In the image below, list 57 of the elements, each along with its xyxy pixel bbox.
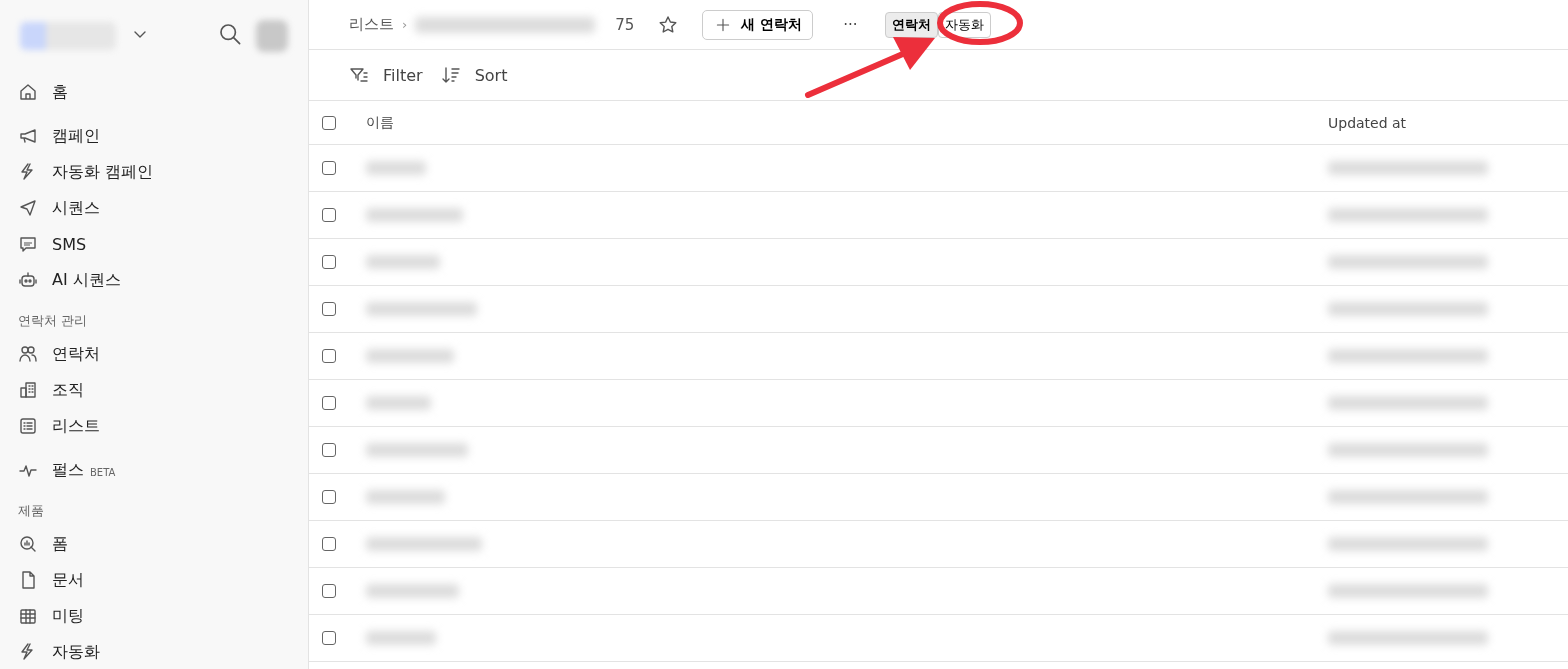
nav-item[interactable]: 미팅	[52, 605, 84, 627]
calendar-icon	[18, 606, 38, 626]
nav-item[interactable]: 펄스	[52, 459, 84, 481]
checkbox[interactable]	[322, 115, 336, 130]
column-header[interactable]: Updated at	[1328, 114, 1407, 131]
sort-button[interactable]: Sort	[440, 65, 508, 85]
breadcrumb-separator: ›	[402, 17, 408, 32]
nav-item[interactable]: AI 시퀀스	[52, 269, 121, 291]
nav-item[interactable]: 자동화	[52, 641, 100, 663]
section-heading: 제품	[18, 502, 45, 520]
checkbox[interactable]	[322, 302, 336, 316]
section-heading: 연락처 관리	[18, 312, 89, 330]
nav-item[interactable]: 리스트	[52, 415, 100, 437]
search-icon	[218, 22, 242, 46]
paper-plane-icon	[18, 198, 38, 218]
checkbox[interactable]	[322, 349, 336, 363]
column-header[interactable]: 이름	[366, 113, 394, 132]
checkbox[interactable]	[322, 584, 336, 598]
magnifier-chart-icon	[18, 534, 38, 554]
checkbox[interactable]	[322, 396, 336, 410]
beta-label: BETA	[90, 465, 116, 478]
checkbox[interactable]	[322, 255, 336, 269]
list-icon	[18, 416, 38, 436]
nav-item[interactable]: SMS	[52, 234, 87, 254]
name-placeholder	[366, 396, 431, 410]
checkbox[interactable]	[322, 490, 336, 504]
checkbox[interactable]	[322, 208, 336, 222]
nav-item[interactable]: 문서	[52, 569, 84, 591]
building-icon	[18, 380, 38, 400]
nav-item[interactable]: 캠페인	[52, 125, 100, 147]
checkbox[interactable]	[322, 631, 336, 645]
nav-item[interactable]: 조직	[52, 379, 84, 401]
star-icon	[658, 14, 679, 35]
people-icon	[18, 344, 38, 364]
breadcrumb-link[interactable]: 리스트	[349, 15, 394, 34]
megaphone-icon	[18, 126, 38, 146]
filter-button[interactable]: Filter	[349, 65, 423, 85]
checkbox[interactable]	[322, 161, 336, 175]
robot-icon	[18, 270, 38, 290]
checkbox[interactable]	[322, 443, 336, 457]
sms-bubble-icon	[18, 234, 38, 254]
plus-icon	[715, 16, 732, 33]
checkbox[interactable]	[322, 537, 336, 551]
sort-icon	[440, 65, 461, 85]
name-placeholder	[366, 161, 426, 175]
view-tab[interactable]: 연락처	[885, 11, 939, 38]
record-count: 75	[615, 15, 635, 34]
nav-item[interactable]: 연락처	[52, 343, 100, 365]
filter-icon	[349, 65, 369, 85]
name-placeholder	[366, 631, 436, 645]
nav-item[interactable]: 홈	[52, 81, 68, 103]
new-contact-button[interactable]: 새 연락처	[702, 9, 814, 40]
nav-item[interactable]: 폼	[52, 533, 68, 555]
more-button[interactable]: ···	[839, 15, 862, 34]
nav-item[interactable]: 시퀀스	[52, 197, 100, 219]
nav-item[interactable]: 자동화 캠페인	[52, 161, 154, 183]
home-icon	[18, 82, 38, 102]
